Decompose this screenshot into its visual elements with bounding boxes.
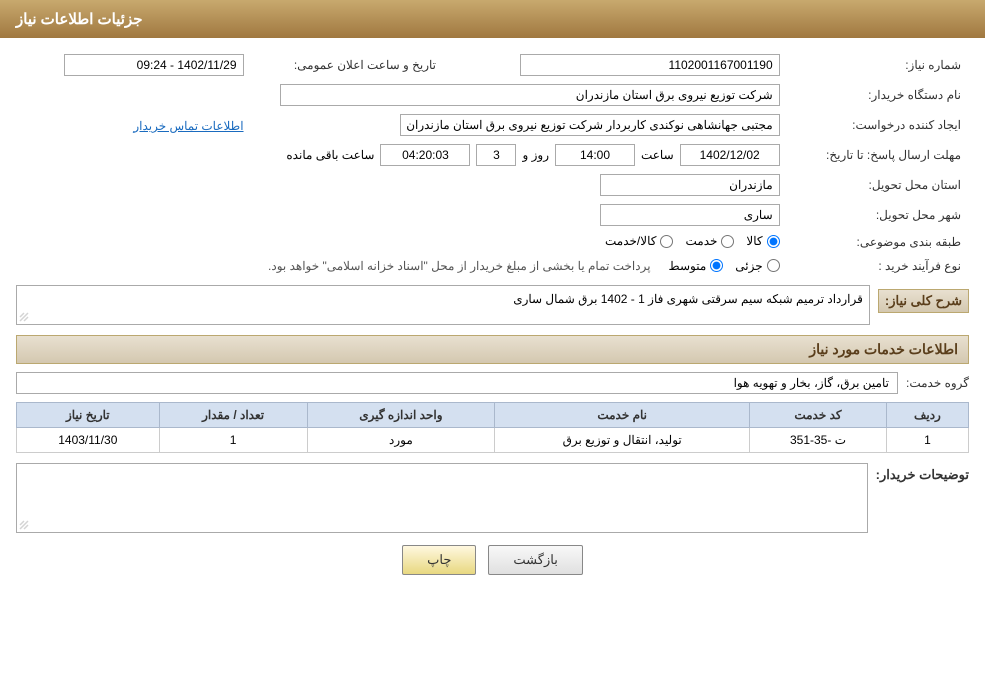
cell-radif: 1 [886,427,968,452]
service-group-value: تامین برق، گاز، بخار و تهویه هوا [16,372,898,394]
khadamat-section: اطلاعات خدمات مورد نیاز گروه خدمت: تامین… [16,335,969,453]
service-group-row: گروه خدمت: تامین برق، گاز، بخار و تهویه … [16,372,969,394]
back-button[interactable]: بازگشت [488,545,582,575]
col-tarikh: تاریخ نیاز [17,402,160,427]
col-vahed: واحد اندازه گیری [307,402,495,427]
cell-tedad: 1 [159,427,307,452]
nooe-radio-group: جزئی متوسط [669,259,780,273]
col-kod: کد خدمت [750,402,887,427]
radio-khedmat[interactable]: خدمت [685,234,734,248]
page-title: جزئیات اطلاعات نیاز [16,11,143,28]
buyer-resize-icon [19,520,29,530]
tarikh-ilan-label: تاریخ و ساعت اعلان عمومی: [252,50,457,80]
sharh-niaz-box: قرارداد ترمیم شبکه سیم سرقتی شهری فاز 1 … [16,285,870,325]
sharh-niaz-section: شرح کلی نیاز: قرارداد ترمیم شبکه سیم سرق… [16,285,969,325]
buyer-desc-label: توضیحات خریدار: [876,463,969,483]
ijad-konande-input[interactable] [400,114,780,136]
nam-dasgah-input[interactable] [280,84,780,106]
khadamat-title: اطلاعات خدمات مورد نیاز [16,335,969,364]
ostan-label: استان محل تحویل: [788,170,969,200]
resize-icon [19,312,29,322]
buyer-desc-box [16,463,868,533]
table-row: 1ت -35-351تولید، انتقال و توزیع برقمورد1… [17,427,969,452]
col-nam: نام خدمت [495,402,750,427]
days-input[interactable] [476,144,516,166]
shomara-niaz-label: شماره نیاز: [788,50,969,80]
contact-link[interactable]: اطلاعات تماس خریدار [133,119,243,133]
col-radif: ردیف [886,402,968,427]
nooe-note: پرداخت تمام یا بخشی از مبلغ خریدار از مح… [268,259,651,273]
buttons-row: بازگشت چاپ [16,545,969,591]
cell-tarikh: 1403/11/30 [17,427,160,452]
nam-dasgah-label: نام دستگاه خریدار: [788,80,969,110]
time-label: ساعت [641,148,674,162]
radio-kala[interactable]: کالا [746,234,779,248]
nooe-farayand-label: نوع فرآیند خرید : [788,255,969,277]
tabaghe-radio-group: کالا خدمت کالا/خدمت [605,234,780,248]
radio-jozii[interactable]: جزئی [735,259,779,273]
sharh-niaz-label: شرح کلی نیاز: [878,289,969,313]
info-table: شماره نیاز: تاریخ و ساعت اعلان عمومی: do… [16,50,969,277]
radio-motavaset[interactable]: متوسط [669,259,724,273]
ijad-konande-label: ایجاد کننده درخواست: [788,110,969,140]
services-table: ردیف کد خدمت نام خدمت واحد اندازه گیری ت… [16,402,969,453]
mohlat-label: مهلت ارسال پاسخ: تا تاریخ: [788,140,969,170]
page-header: جزئیات اطلاعات نیاز [0,0,985,38]
main-content: شماره نیاز: تاریخ و ساعت اعلان عمومی: do… [0,38,985,603]
ostan-input[interactable] [600,174,780,196]
remaining-input[interactable] [380,144,470,166]
sharh-niaz-value: قرارداد ترمیم شبکه سیم سرقتی شهری فاز 1 … [513,292,863,306]
radio-kala-khedmat[interactable]: کالا/خدمت [605,234,673,248]
shahr-label: شهر محل تحویل: [788,200,969,230]
tabaghe-label: طبقه بندی موضوعی: [788,230,969,255]
page-wrapper: جزئیات اطلاعات نیاز شماره نیاز: تاریخ و … [0,0,985,691]
cell-vahed: مورد [307,427,495,452]
cell-kod_khedmat: ت -35-351 [750,427,887,452]
shahr-input[interactable] [600,204,780,226]
buyer-desc-section: توضیحات خریدار: [16,463,969,533]
time-input[interactable] [555,144,635,166]
tarikh-ilan-input[interactable] [64,54,244,76]
print-button[interactable]: چاپ [402,545,476,575]
shomara-niaz-input[interactable] [520,54,780,76]
date-input[interactable] [680,144,780,166]
service-group-label: گروه خدمت: [906,376,969,390]
days-label: روز و [522,148,549,162]
col-tedad: تعداد / مقدار [159,402,307,427]
remaining-label: ساعت باقی مانده [286,148,374,162]
cell-nam_khedmat: تولید، انتقال و توزیع برق [495,427,750,452]
